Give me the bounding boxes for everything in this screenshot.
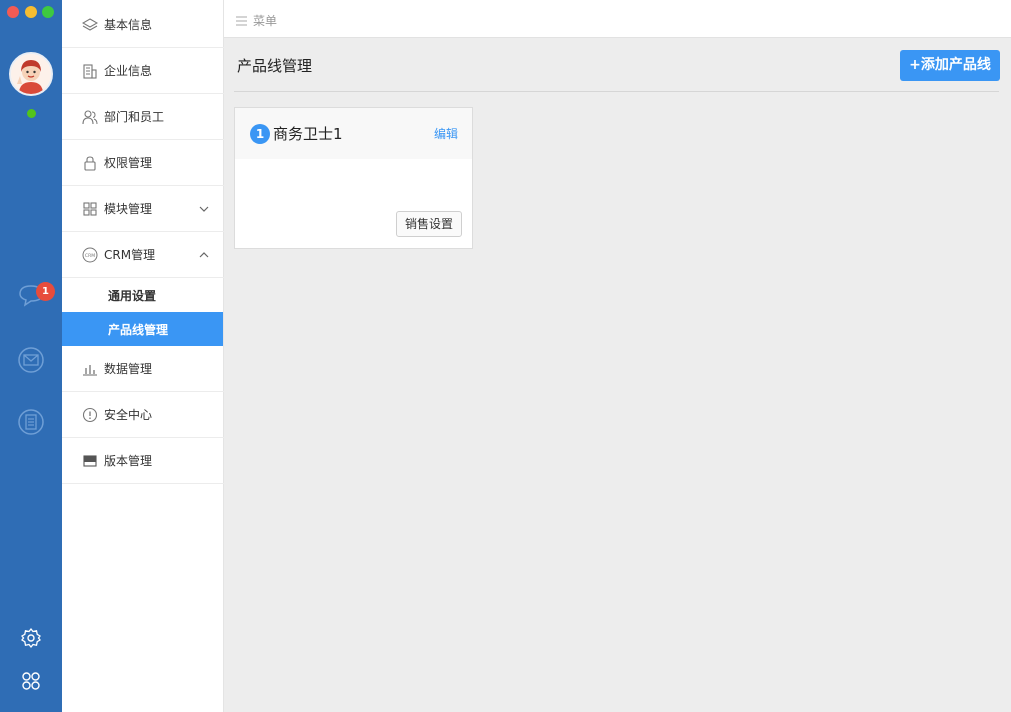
- nav-item-label: 部门和员工: [104, 110, 165, 124]
- subnav-item-label: 通用设置: [108, 288, 157, 303]
- nav-item-security[interactable]: 安全中心: [62, 392, 224, 438]
- nav-item-departments[interactable]: 部门和员工: [62, 94, 224, 140]
- modules-icon: [83, 202, 97, 216]
- users-icon: [82, 110, 98, 125]
- mail-icon[interactable]: [16, 345, 46, 375]
- nav-item-company-info[interactable]: 企业信息: [62, 48, 224, 94]
- gear-icon[interactable]: [20, 627, 42, 649]
- subnav-item-general-settings[interactable]: 通用设置: [62, 278, 223, 312]
- top-bar: 菜单: [224, 0, 1011, 38]
- nav-item-label: 权限管理: [104, 156, 153, 170]
- unread-badge: 1: [36, 282, 55, 301]
- card-title: 商务卫士1: [273, 125, 343, 143]
- nav-item-modules[interactable]: 模块管理: [62, 186, 224, 232]
- nav-item-data[interactable]: 数据管理: [62, 346, 224, 392]
- lock-icon: [84, 156, 96, 171]
- subnav-item-product-lines[interactable]: 产品线管理: [62, 312, 223, 346]
- nav-item-basic-info[interactable]: 基本信息: [62, 2, 224, 48]
- subnav-item-label: 产品线管理: [108, 322, 169, 337]
- nav-item-version[interactable]: 版本管理: [62, 438, 224, 484]
- nav-item-permissions[interactable]: 权限管理: [62, 140, 224, 186]
- hamburger-icon: [236, 16, 247, 25]
- nav-item-label: 版本管理: [104, 454, 153, 468]
- nav-item-label: 模块管理: [104, 202, 153, 216]
- layers-icon: [82, 18, 98, 31]
- card-header: 1 商务卫士1 编辑: [235, 108, 472, 159]
- notes-icon[interactable]: [16, 407, 46, 437]
- window-minimize-button[interactable]: [25, 6, 37, 18]
- nav-item-label: 安全中心: [104, 408, 153, 422]
- card-index-badge: 1: [250, 124, 270, 144]
- product-line-card: 1 商务卫士1 编辑 销售设置: [234, 107, 473, 249]
- sales-settings-button[interactable]: 销售设置: [396, 211, 462, 237]
- user-avatar-icon: [11, 54, 51, 94]
- page-title: 产品线管理: [237, 57, 313, 75]
- main-content: 产品线管理 +添加产品线 1 商务卫士1 编辑 销售设置: [224, 38, 1011, 712]
- avatar[interactable]: [9, 52, 53, 96]
- nav-item-label: 基本信息: [104, 18, 153, 32]
- apps-grid-icon[interactable]: [20, 670, 42, 692]
- app-rail: 1: [0, 0, 62, 712]
- window-maximize-button[interactable]: [42, 6, 54, 18]
- settings-nav: 基本信息 企业信息 部门和员工 权限管理 模块管理 CRM CRM管理 通用设置…: [62, 0, 224, 712]
- nav-item-label: CRM管理: [104, 248, 156, 262]
- online-status-dot: [27, 109, 36, 118]
- edit-link[interactable]: 编辑: [434, 125, 458, 142]
- chevron-up-icon[interactable]: [198, 249, 210, 261]
- nav-item-label: 企业信息: [104, 64, 153, 78]
- nav-item-crm[interactable]: CRM CRM管理: [62, 232, 224, 278]
- svg-text:CRM: CRM: [85, 253, 95, 259]
- menu-toggle[interactable]: 菜单: [236, 12, 277, 29]
- crm-icon: CRM: [82, 247, 98, 263]
- building-icon: [83, 64, 97, 79]
- chevron-down-icon[interactable]: [198, 203, 210, 215]
- menu-label: 菜单: [253, 14, 278, 28]
- bar-chart-icon: [83, 365, 97, 376]
- add-product-line-button[interactable]: +添加产品线: [900, 50, 1000, 81]
- nav-item-label: 数据管理: [104, 362, 153, 376]
- version-icon: [83, 455, 97, 467]
- window-close-button[interactable]: [7, 6, 19, 18]
- alert-icon: [82, 407, 98, 423]
- divider: [234, 91, 999, 92]
